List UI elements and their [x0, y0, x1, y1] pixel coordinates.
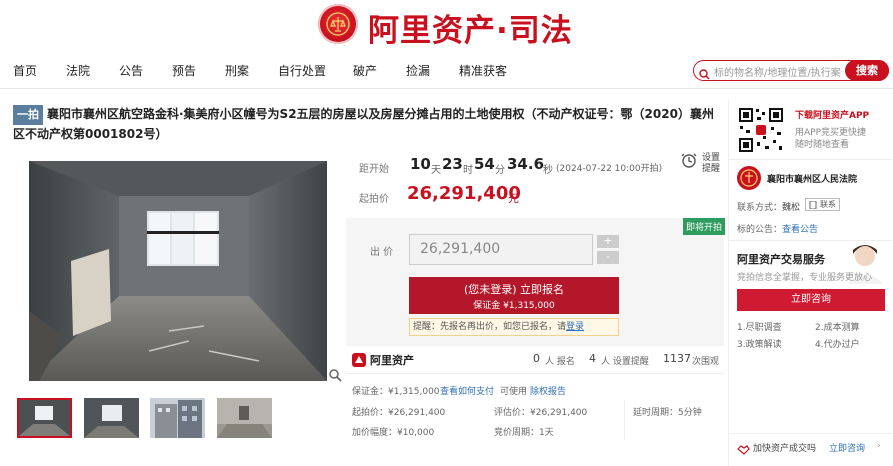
- bid-increase-button[interactable]: +: [597, 235, 619, 248]
- how-to-pay-link[interactable]: 查看如何支付: [440, 384, 494, 397]
- court-name[interactable]: 襄阳市襄州区人民法院: [767, 172, 857, 185]
- nav-item-home[interactable]: 首页: [13, 62, 37, 79]
- contact-button-label: 联系: [820, 200, 836, 209]
- signup-button-label: (您未登录) 立即报名: [463, 283, 565, 296]
- property-main-photo[interactable]: [29, 161, 327, 381]
- ali-assets-logo-icon: [352, 352, 366, 371]
- login-reminder-tip: 提醒：先报名再出价，如您已报名，请登录: [409, 318, 619, 336]
- court-logo-icon: [737, 166, 761, 190]
- stats-divider: [346, 373, 724, 374]
- phone-icon: [809, 201, 817, 209]
- countdown-days: 10: [410, 155, 431, 173]
- service-step: 4.代办过户: [815, 340, 860, 350]
- countdown-minutes: 54: [474, 155, 495, 173]
- app-download-desc-2: 随时随地查看: [795, 140, 850, 150]
- nav-item-courts[interactable]: 法院: [66, 62, 90, 79]
- chevron-right-icon[interactable]: ›: [877, 441, 881, 451]
- price-unit: 元: [508, 192, 519, 205]
- reminder-count: 4: [589, 352, 596, 365]
- contact-label: 联系方式：: [737, 203, 783, 213]
- signup-count: 0: [533, 352, 540, 365]
- zoom-icon[interactable]: [329, 367, 342, 386]
- countdown-label: 距开始: [359, 164, 389, 175]
- auction-round-badge: 一拍: [13, 105, 43, 125]
- signup-count-label: 人 报名: [545, 357, 575, 367]
- notice-label: 标的公告：: [737, 225, 783, 235]
- details-divider: [624, 400, 625, 440]
- service-title: 阿里资产交易服务: [737, 253, 825, 266]
- search-icon: [699, 65, 710, 84]
- deposit-report-link[interactable]: 除权报告: [530, 384, 566, 397]
- service-step: 1.尽职调查: [737, 323, 782, 333]
- service-step: 2.成本测算: [815, 323, 860, 333]
- ali-assets-brand: 阿里资产: [370, 354, 414, 367]
- countdown-seconds-unit: 秒: [543, 165, 553, 176]
- nav-item-bankruptcy[interactable]: 破产: [353, 62, 377, 79]
- eval-price-info: 评估价：¥26,291,400: [494, 408, 588, 418]
- start-price-value: 26,291,400: [407, 183, 521, 204]
- brand-logo-text[interactable]: 阿里资产·司法: [368, 5, 573, 50]
- bid-cycle-info: 竞价周期：1天: [494, 428, 554, 438]
- tip-text: 提醒：先报名再出价，如您已报名，请: [413, 322, 567, 332]
- bid-increment-info: 加价幅度：¥10,000: [352, 428, 435, 438]
- sidebar-divider: [729, 433, 892, 434]
- nav-item-criminal[interactable]: 刑案: [225, 62, 249, 79]
- photo-thumbnail[interactable]: [84, 398, 139, 438]
- consult-button[interactable]: 立即咨询: [737, 289, 885, 311]
- signup-deposit-label: 保证金 ¥1,315,000: [473, 301, 555, 311]
- countdown-days-unit: 天: [431, 165, 441, 176]
- handshake-icon: [737, 440, 750, 459]
- qr-code-icon: [737, 106, 785, 154]
- footer-text: 加快资产成交吗: [753, 444, 817, 454]
- nav-item-precise-customers[interactable]: 精准获客: [459, 62, 507, 79]
- auction-start-time: (2024-07-22 10:00开拍): [556, 164, 663, 174]
- bid-amount-input[interactable]: 26,291,400: [409, 234, 593, 265]
- view-notice-link[interactable]: 查看公告: [782, 222, 818, 235]
- search-box: 标的物名称/地理位置/执行案号 搜索: [693, 60, 889, 81]
- auction-title-row: 一拍 襄阳市襄州区航空路金科·集美府小区幢号为S2五层的房屋以及房屋分摊占用的土地…: [13, 105, 723, 143]
- contact-button[interactable]: 联系: [805, 198, 840, 211]
- countdown-minutes-unit: 分: [495, 165, 505, 176]
- sidebar-divider: [729, 159, 892, 160]
- photo-thumbnail[interactable]: [150, 398, 205, 438]
- view-count: 1137: [663, 352, 691, 365]
- right-sidebar: 下载阿里资产APP 用APP竞买更快捷 随时随地查看 襄阳市襄州区人民法院 联系…: [728, 100, 892, 466]
- footer-consult-link[interactable]: 立即咨询: [829, 441, 865, 454]
- search-button[interactable]: 搜索: [845, 60, 889, 81]
- photo-thumbnail[interactable]: [217, 398, 272, 438]
- status-badge: 即将开拍: [683, 218, 726, 235]
- nav-item-bargains[interactable]: 捡漏: [406, 62, 430, 79]
- deposit-available: 可使用: [500, 387, 528, 397]
- nav-item-preview[interactable]: 预告: [172, 62, 196, 79]
- alarm-clock-icon[interactable]: [681, 152, 697, 173]
- start-price-label: 起拍价: [359, 194, 389, 205]
- deposit-info: 保证金：¥1,315,000: [352, 387, 440, 397]
- countdown-hours-unit: 时: [463, 165, 473, 176]
- photo-thumbnail[interactable]: [17, 398, 72, 438]
- bid-label: 出 价: [370, 247, 394, 258]
- reminder-count-label: 人 设置提醒: [601, 357, 649, 367]
- view-count-label: 次围观: [692, 357, 720, 367]
- nav-item-self-disposal[interactable]: 自行处置: [278, 62, 326, 79]
- service-step: 3.政策解读: [737, 340, 782, 350]
- contact-name: 魏松: [782, 203, 801, 213]
- start-price-info: 起拍价：¥26,291,400: [352, 408, 446, 418]
- set-reminder-label-2[interactable]: 提醒: [702, 161, 720, 174]
- delay-period-info: 延时周期：5分钟: [633, 408, 702, 418]
- countdown-seconds: 34.6: [507, 155, 545, 173]
- signup-button[interactable]: (您未登录) 立即报名 保证金 ¥1,315,000: [409, 277, 619, 314]
- countdown-hours: 23: [442, 155, 463, 173]
- nav-item-notices[interactable]: 公告: [119, 62, 143, 79]
- login-link[interactable]: 登录: [566, 322, 584, 332]
- court-emblem-icon: [318, 4, 358, 44]
- search-input[interactable]: 标的物名称/地理位置/执行案号: [714, 64, 842, 79]
- app-download-title[interactable]: 下载阿里资产APP: [795, 108, 869, 121]
- bid-decrease-button[interactable]: -: [597, 251, 619, 264]
- site-header: 阿里资产·司法: [0, 0, 893, 50]
- service-desc: 竞拍信息全掌握，专业服务更放心: [737, 273, 873, 283]
- header-divider: [0, 88, 893, 89]
- auction-title: 襄阳市襄州区航空路金科·集美府小区幢号为S2五层的房屋以及房屋分摊占用的土地使用…: [13, 107, 714, 141]
